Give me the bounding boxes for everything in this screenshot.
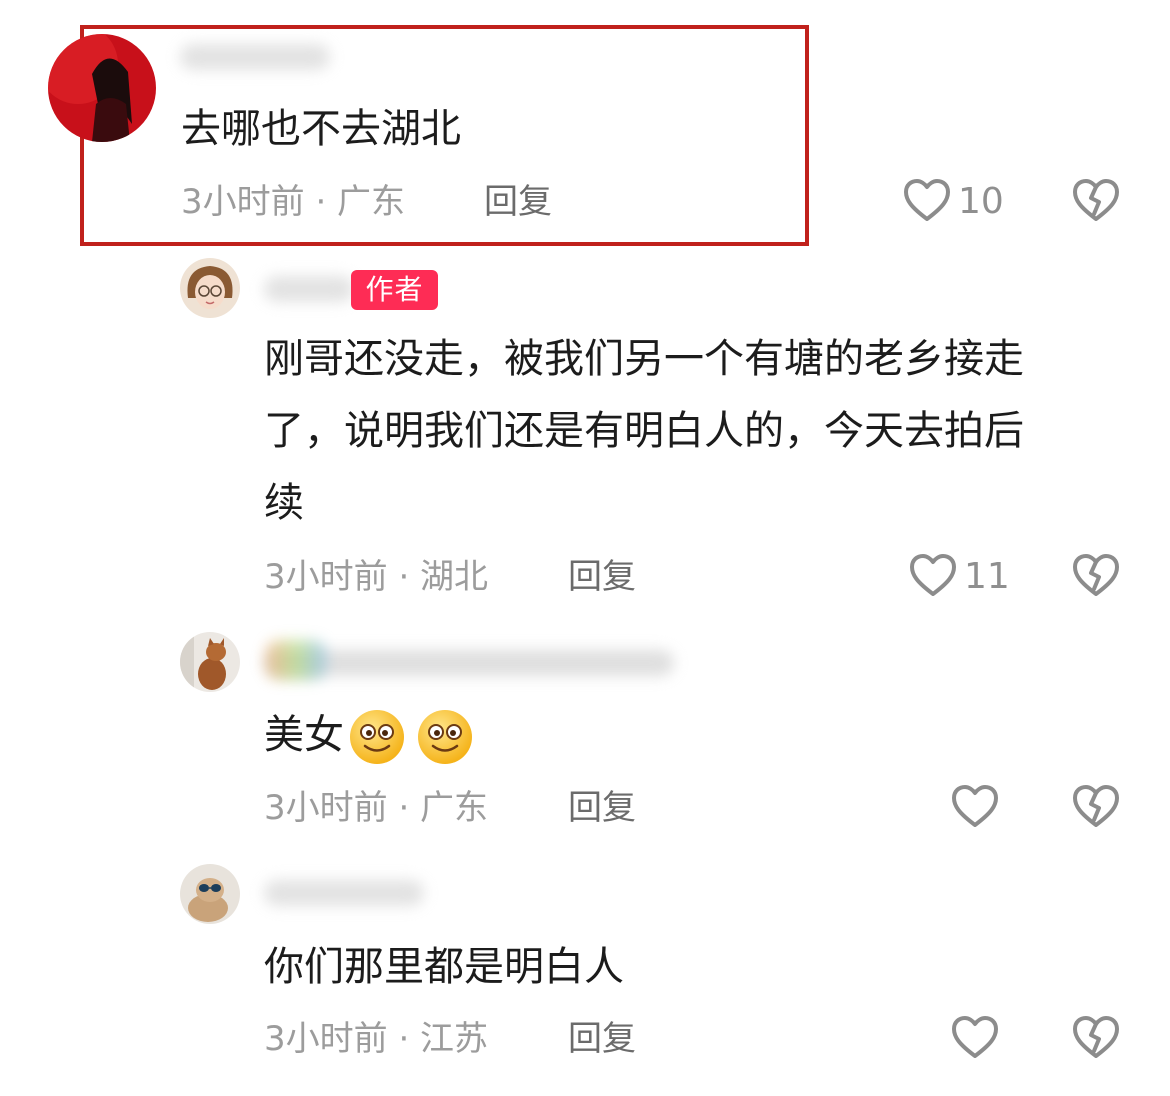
broken-heart-icon [1073, 785, 1119, 827]
comment-meta: 3小时前 · 广东 [181, 182, 406, 222]
smiling-face-emoji-icon [418, 710, 472, 764]
username-blurred[interactable] [180, 44, 330, 70]
comment-text-line: 刚哥还没走，被我们另一个有塘的老乡接走 [264, 336, 1024, 382]
reply-button[interactable]: 回复 [568, 1017, 636, 1061]
author-badge: 作者 [351, 270, 438, 310]
username-blurred[interactable] [264, 880, 424, 906]
comment-text: 去哪也不去湖北 [181, 106, 461, 152]
heart-outline-icon [904, 179, 950, 221]
reply-button[interactable]: 回复 [568, 786, 636, 830]
comment-text: 美女 [264, 700, 474, 771]
like-count: 11 [964, 555, 1010, 597]
comment-meta: 3小时前 · 江苏 [264, 1019, 489, 1059]
comment-text-label: 美女 [264, 712, 344, 758]
comment-meta: 3小时前 · 广东 [264, 788, 489, 828]
avatar[interactable] [180, 632, 240, 692]
reply-button[interactable]: 回复 [484, 180, 552, 224]
comment-meta: 3小时前 · 湖北 [264, 557, 489, 597]
heart-outline-icon [952, 785, 998, 827]
heart-outline-icon [910, 554, 956, 596]
dislike-button[interactable] [1071, 551, 1121, 601]
avatar[interactable] [180, 864, 240, 924]
smiling-face-emoji-icon [350, 710, 404, 764]
username-blurred[interactable] [264, 276, 354, 302]
like-button[interactable]: 11 [908, 551, 1010, 601]
like-count: 10 [958, 180, 1004, 222]
username-badge-blurred [266, 640, 326, 680]
dislike-button[interactable] [1071, 1013, 1121, 1063]
broken-heart-icon [1073, 179, 1119, 221]
avatar[interactable] [48, 34, 156, 142]
dislike-button[interactable] [1071, 176, 1121, 226]
reply-button[interactable]: 回复 [568, 555, 636, 599]
like-button[interactable]: 10 [902, 176, 1004, 226]
comment-text-line: 续 [264, 480, 304, 526]
comment-text: 你们那里都是明白人 [264, 944, 624, 990]
comment-text-line: 了，说明我们还是有明白人的，今天去拍后 [264, 408, 1024, 454]
broken-heart-icon [1073, 554, 1119, 596]
heart-outline-icon [952, 1016, 998, 1058]
avatar[interactable] [180, 258, 240, 318]
like-button[interactable] [950, 1013, 1000, 1063]
dislike-button[interactable] [1071, 782, 1121, 832]
broken-heart-icon [1073, 1016, 1119, 1058]
like-button[interactable] [950, 782, 1000, 832]
